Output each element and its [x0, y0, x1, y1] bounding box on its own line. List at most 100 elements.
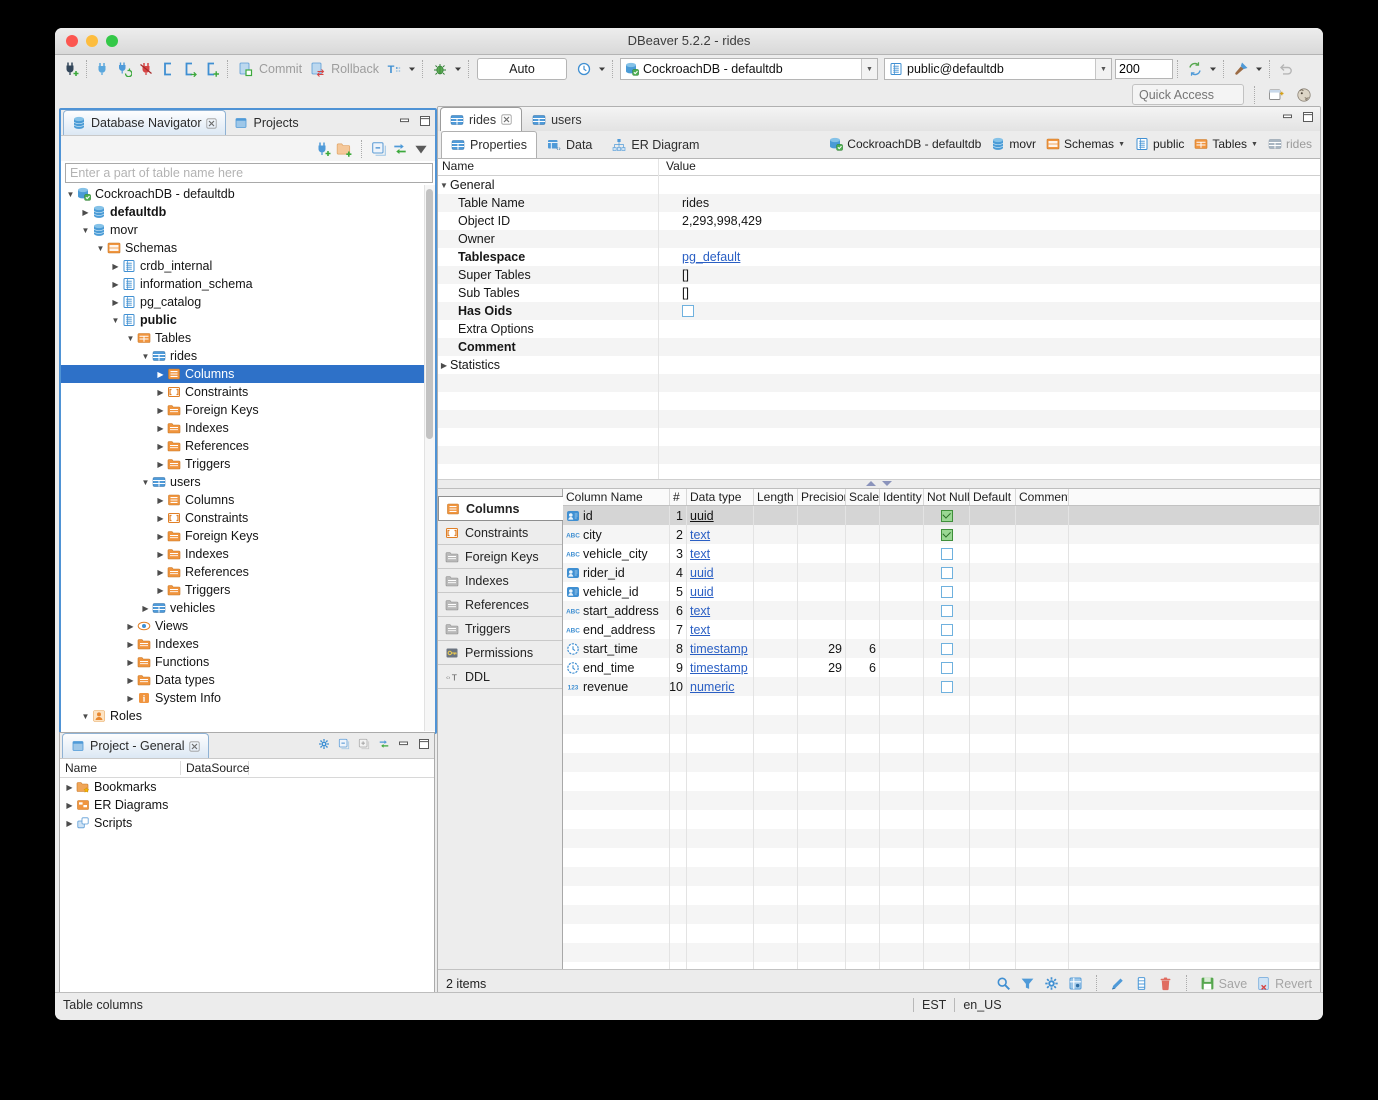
- tree-item-vehicles[interactable]: ▶vehicles: [61, 599, 435, 617]
- expand-arrow-icon[interactable]: ▶: [155, 406, 166, 415]
- quick-access-input[interactable]: [1132, 84, 1244, 105]
- gear-icon[interactable]: [318, 738, 330, 750]
- connection-combo[interactable]: CockroachDB - defaultdb ▼: [620, 58, 878, 80]
- rollback-button[interactable]: Rollback: [306, 59, 379, 79]
- expand-arrow-icon[interactable]: ▶: [155, 532, 166, 541]
- checkbox-unchecked[interactable]: [941, 548, 953, 560]
- tab-projects[interactable]: Projects: [226, 111, 306, 135]
- expand-arrow-icon[interactable]: ▶: [125, 694, 136, 703]
- side-tab-indexes[interactable]: Indexes: [438, 569, 562, 593]
- property-row-owner[interactable]: Owner: [438, 230, 1320, 248]
- tree-item-public[interactable]: ▼public: [61, 311, 435, 329]
- side-tab-references[interactable]: References: [438, 593, 562, 617]
- data-type-link[interactable]: text: [690, 528, 710, 542]
- expand-arrow-icon[interactable]: ▶: [110, 280, 121, 289]
- tree-item-views[interactable]: ▶Views: [61, 617, 435, 635]
- subtab-er-diagram[interactable]: ER Diagram: [602, 131, 709, 158]
- property-row-super-tables[interactable]: Super Tables[]: [438, 266, 1320, 284]
- tree-item-tables[interactable]: ▼Tables: [61, 329, 435, 347]
- tree-item-data-types[interactable]: ▶Data types: [61, 671, 435, 689]
- tree-item-foreign-keys[interactable]: ▶Foreign Keys: [61, 401, 435, 419]
- property-row-has-oids[interactable]: Has Oids: [438, 302, 1320, 320]
- undo-icon[interactable]: [1275, 59, 1295, 79]
- checkbox-unchecked[interactable]: [941, 681, 953, 693]
- data-type-link[interactable]: uuid: [690, 566, 714, 580]
- column-row-vehicle-id[interactable]: vehicle_id5uuid: [563, 582, 1320, 601]
- expand-arrow-icon[interactable]: ▶: [64, 783, 75, 792]
- sash-up-icon[interactable]: [866, 481, 876, 486]
- checkbox-unchecked[interactable]: [941, 567, 953, 579]
- column-row-vehicle-city[interactable]: ABCvehicle_city3text: [563, 544, 1320, 563]
- link-with-editor-icon[interactable]: [378, 738, 390, 750]
- tree-item-indexes[interactable]: ▶Indexes: [61, 635, 435, 653]
- save-icon[interactable]: [1200, 976, 1215, 991]
- property-value[interactable]: rides: [678, 196, 1320, 210]
- side-tab-columns[interactable]: Columns: [438, 496, 563, 521]
- expand-arrow-icon[interactable]: ▶: [155, 442, 166, 451]
- column-row-end-time[interactable]: end_time9timestamp296: [563, 658, 1320, 677]
- delete-icon[interactable]: [1158, 976, 1173, 991]
- tree-item-movr[interactable]: ▼movr: [61, 221, 435, 239]
- tree-item-constraints[interactable]: ▶Constraints: [61, 383, 435, 401]
- sash-down-icon[interactable]: [882, 481, 892, 486]
- tree-item-triggers[interactable]: ▶Triggers: [61, 581, 435, 599]
- sql-editor-icon[interactable]: [158, 59, 178, 79]
- collapse-all-icon[interactable]: [371, 141, 387, 157]
- tree-item-information-schema[interactable]: ▶information_schema: [61, 275, 435, 293]
- splitter-sash[interactable]: [438, 480, 1320, 489]
- column-row-city[interactable]: ABCcity2text: [563, 525, 1320, 544]
- column-header-column-name[interactable]: Column Name: [563, 489, 670, 505]
- tree-item-references[interactable]: ▶References: [61, 563, 435, 581]
- breadcrumb-schemas[interactable]: Schemas▼: [1046, 137, 1125, 151]
- breadcrumb-cockroachdb-defaultdb[interactable]: CockroachDB - defaultdb: [829, 137, 981, 151]
- dbeaver-perspective-icon[interactable]: [1294, 85, 1314, 105]
- column-header-data-type[interactable]: Data type: [687, 489, 754, 505]
- column-header-comment[interactable]: Comment: [1016, 489, 1069, 505]
- commit-button[interactable]: Commit: [234, 59, 302, 79]
- expand-arrow-icon[interactable]: ▶: [438, 361, 450, 370]
- side-tab-foreign-keys[interactable]: Foreign Keys: [438, 545, 562, 569]
- collapse-all-icon[interactable]: [338, 738, 350, 750]
- editor-tab-rides[interactable]: rides: [440, 107, 522, 131]
- property-row-statistics[interactable]: ▶Statistics: [438, 356, 1320, 374]
- expand-arrow-icon[interactable]: ▶: [125, 658, 136, 667]
- property-row-tablespace[interactable]: Tablespacepg_default: [438, 248, 1320, 266]
- tree-item-columns[interactable]: ▶Columns: [61, 491, 435, 509]
- expand-arrow-icon[interactable]: ▶: [140, 604, 151, 613]
- tab-database-navigator[interactable]: Database Navigator: [63, 110, 226, 135]
- tree-item-constraints[interactable]: ▶Constraints: [61, 509, 435, 527]
- collapse-arrow-icon[interactable]: ▼: [80, 712, 91, 721]
- timezone-indicator[interactable]: EST: [922, 998, 946, 1012]
- expand-arrow-icon[interactable]: ▶: [155, 460, 166, 469]
- expand-arrow-icon[interactable]: ▶: [125, 676, 136, 685]
- navigator-scrollbar[interactable]: [424, 185, 435, 731]
- column-header-length[interactable]: Length: [754, 489, 798, 505]
- expand-arrow-icon[interactable]: ▶: [155, 424, 166, 433]
- checkbox-unchecked[interactable]: [941, 624, 953, 636]
- minimize-view-icon[interactable]: [398, 738, 410, 750]
- breadcrumb-movr[interactable]: movr: [991, 137, 1036, 151]
- revert-icon[interactable]: [1256, 976, 1271, 991]
- tree-item-columns[interactable]: ▶Columns: [61, 365, 435, 383]
- data-type-link[interactable]: uuid: [690, 585, 714, 599]
- column-header-precision[interactable]: Precision: [798, 489, 846, 505]
- breadcrumb-public[interactable]: public: [1135, 137, 1184, 151]
- column-header-not-null[interactable]: Not Null: [924, 489, 970, 505]
- expand-arrow-icon[interactable]: ▶: [155, 388, 166, 397]
- tree-item-indexes[interactable]: ▶Indexes: [61, 545, 435, 563]
- debug-button[interactable]: [429, 59, 462, 79]
- tree-item-system-info[interactable]: ▶iSystem Info: [61, 689, 435, 707]
- tree-item-schemas[interactable]: ▼Schemas: [61, 239, 435, 257]
- collapse-arrow-icon[interactable]: ▼: [125, 334, 136, 343]
- checkbox-checked[interactable]: [941, 510, 953, 522]
- revert-button[interactable]: Revert: [1275, 977, 1312, 991]
- collapse-arrow-icon[interactable]: ▼: [140, 478, 151, 487]
- link-with-editor-icon[interactable]: [392, 141, 408, 157]
- checkbox-unchecked[interactable]: [941, 586, 953, 598]
- close-icon[interactable]: [206, 118, 217, 129]
- breadcrumb-tables[interactable]: Tables▼: [1194, 137, 1258, 151]
- expand-arrow-icon[interactable]: ▶: [155, 370, 166, 379]
- subtab-data[interactable]: ‹›Data: [537, 131, 602, 158]
- collapse-arrow-icon[interactable]: ▼: [65, 190, 76, 199]
- header-name[interactable]: Name: [438, 159, 662, 175]
